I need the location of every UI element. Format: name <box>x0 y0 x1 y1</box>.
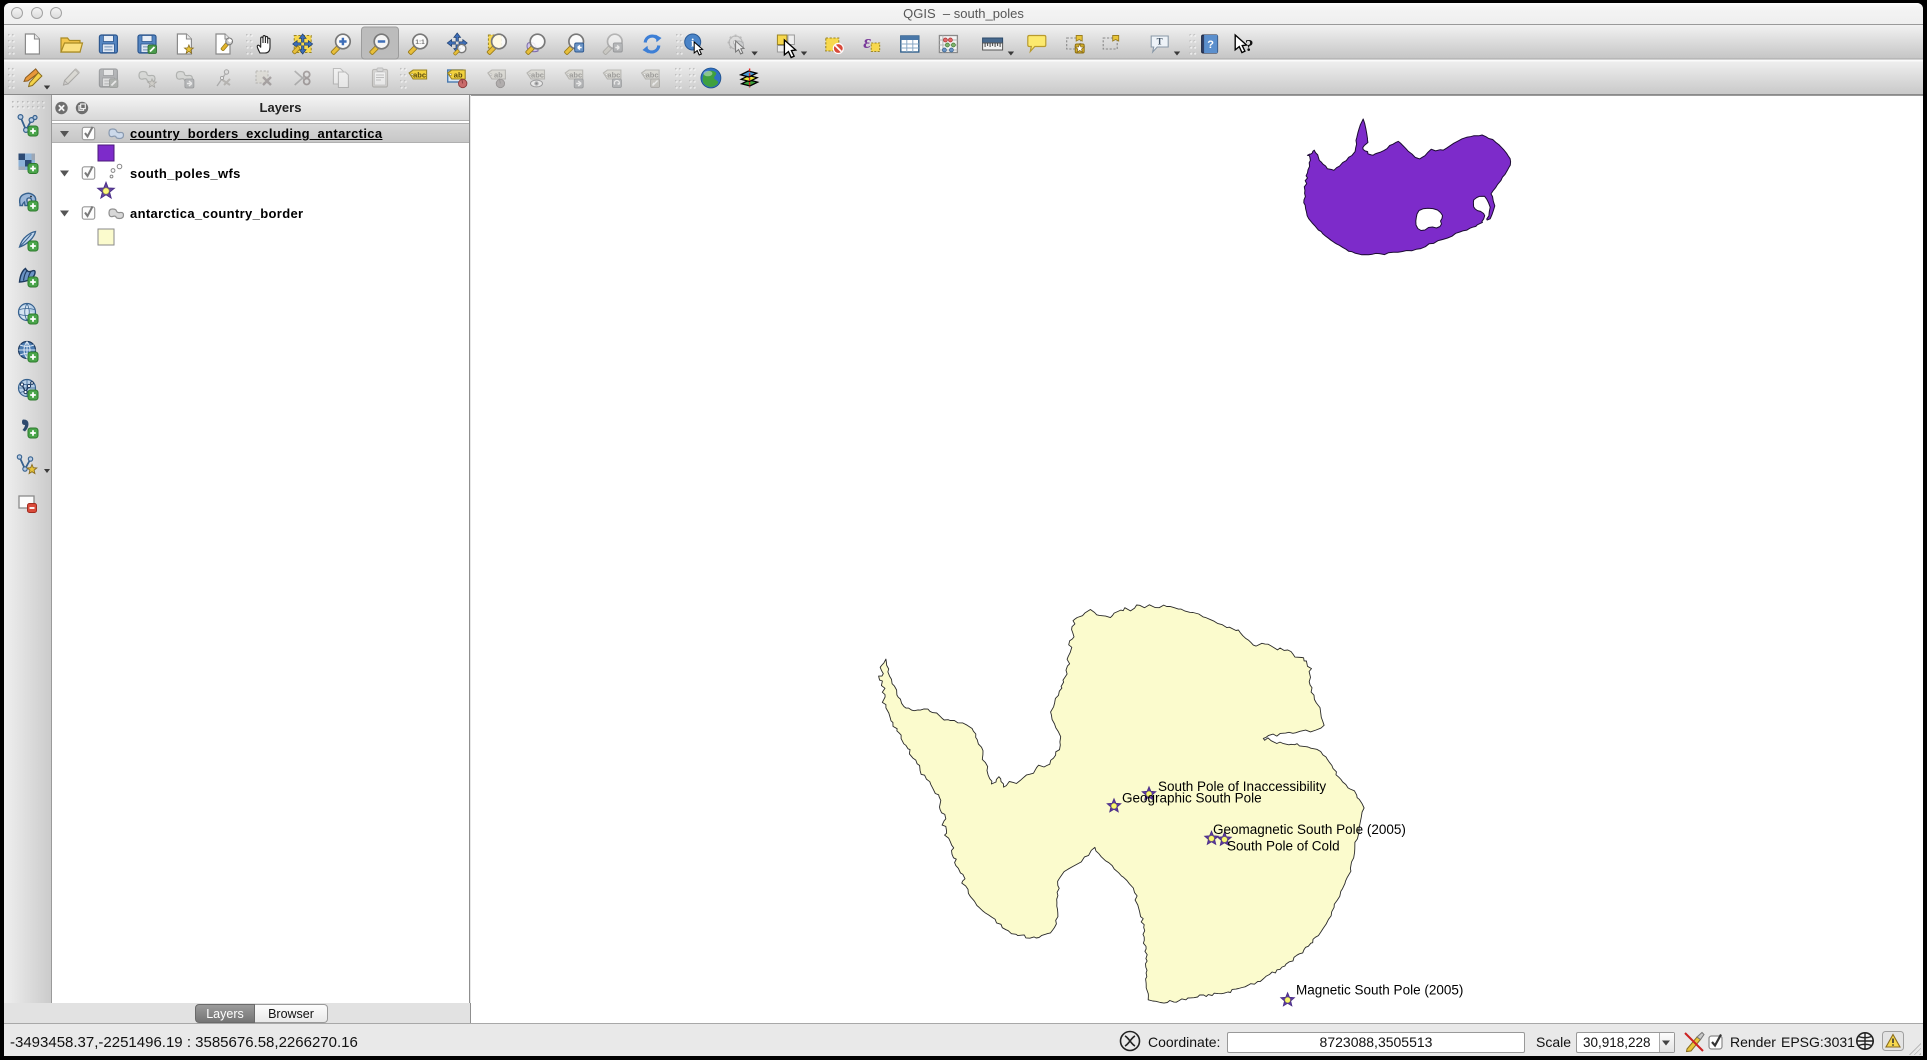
svg-text:ε: ε <box>863 32 871 53</box>
svg-text:ab: ab <box>454 71 463 80</box>
svg-text:Geographic South Pole: Geographic South Pole <box>1122 791 1262 806</box>
svg-text:abc: abc <box>607 71 620 80</box>
svg-text:1:1: 1:1 <box>415 39 425 46</box>
svg-text:ab: ab <box>494 71 503 80</box>
svg-text:abc: abc <box>569 71 582 80</box>
svg-text:South Pole of Cold: South Pole of Cold <box>1227 839 1340 854</box>
svg-text:Geomagnetic South Pole (2005): Geomagnetic South Pole (2005) <box>1213 822 1406 837</box>
svg-text:abc: abc <box>413 71 426 80</box>
svg-text:abc: abc <box>531 71 544 80</box>
svg-text:?: ? <box>1207 39 1214 51</box>
svg-text:Magnetic South Pole (2005): Magnetic South Pole (2005) <box>1296 983 1463 998</box>
svg-text:T: T <box>1157 37 1163 47</box>
svg-text:abc: abc <box>646 71 659 80</box>
svg-text:?: ? <box>1245 36 1254 55</box>
